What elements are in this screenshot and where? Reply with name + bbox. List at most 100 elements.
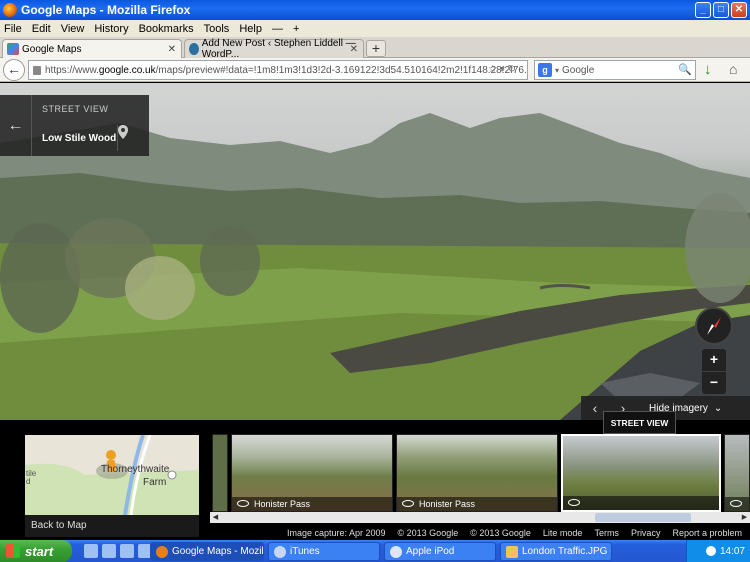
menu-history[interactable]: History	[94, 23, 128, 35]
street-view-eye-icon	[568, 499, 580, 506]
back-arrow-icon[interactable]: ←	[3, 59, 25, 81]
wordpress-favicon-icon	[189, 43, 199, 55]
url-bar[interactable]: https://www. google.co.uk/maps/preview#!d…	[28, 60, 528, 80]
mini-map[interactable]: tile d Thorneythwaite Farm	[25, 435, 199, 515]
ipod-icon	[390, 545, 402, 558]
zoom-out-button[interactable]: −	[702, 372, 726, 394]
firefox-icon	[156, 545, 168, 558]
windows-flag-icon	[6, 544, 20, 558]
menu-bar: File Edit View History Bookmarks Tools H…	[0, 20, 750, 37]
menu-help[interactable]: Help	[239, 23, 262, 35]
compass-icon[interactable]	[695, 307, 733, 345]
imagery-thumbnail[interactable]: Honister Pass	[396, 434, 558, 512]
taskbar-item-firefox[interactable]: Google Maps - Mozilla...	[150, 542, 264, 561]
home-icon[interactable]: ⌂	[729, 61, 737, 77]
window-titlebar: Google Maps - Mozilla Firefox _ □ ✕	[0, 0, 750, 20]
taskbar-item-ipod[interactable]: Apple iPod	[384, 542, 496, 561]
quick-launch-icon[interactable]	[84, 544, 98, 558]
taskbar-item-image-viewer[interactable]: London Traffic.JPG - ...	[500, 542, 612, 561]
minimize-button[interactable]: _	[695, 2, 711, 18]
url-bar-icons: ☆ ▾ ↻	[488, 64, 516, 75]
report-problem-link[interactable]: Report a problem	[672, 528, 742, 538]
imagery-thumbnail[interactable]: Honister Pass	[231, 434, 393, 512]
taskbar-item-label: Google Maps - Mozilla...	[172, 546, 264, 557]
start-button[interactable]: start	[0, 540, 72, 562]
copyright-text: © 2013 Google	[397, 527, 459, 538]
image-capture-date: Image capture: Apr 2009	[286, 527, 386, 538]
mini-map-drawing	[25, 435, 199, 515]
menu-minimize-dash[interactable]: —	[272, 23, 283, 35]
tray-icon[interactable]	[705, 546, 716, 556]
close-button[interactable]: ✕	[731, 2, 747, 18]
scroll-left-arrow-icon[interactable]: ◀	[210, 512, 221, 523]
thumbnail-caption: Honister Pass	[419, 499, 476, 509]
image-file-icon	[506, 545, 518, 558]
menu-edit[interactable]: Edit	[32, 23, 51, 35]
imagery-thumbnail-selected[interactable]	[561, 434, 721, 512]
map-place-label: Thorneythwaite	[101, 464, 170, 475]
menu-view[interactable]: View	[61, 23, 85, 35]
google-search-engine-icon[interactable]: g	[538, 63, 552, 77]
terms-link[interactable]: Terms	[594, 528, 619, 538]
tab-close-icon[interactable]: ✕	[168, 44, 176, 55]
search-icon[interactable]: 🔍	[678, 63, 692, 76]
url-domain: google.co.uk	[98, 64, 156, 76]
search-placeholder: Google	[562, 64, 595, 76]
lite-mode-link[interactable]: Lite mode	[543, 528, 583, 538]
clock: 14:07	[719, 545, 745, 557]
lock-icon	[33, 65, 41, 75]
system-tray: 14:07	[686, 540, 750, 562]
tab-add-new-post[interactable]: Add New Post ‹ Stephen Liddell — WordP..…	[184, 38, 364, 60]
street-view-tooltip: STREET VIEW	[603, 411, 676, 434]
filmstrip-scrollbar[interactable]: ◀ ▶	[210, 512, 750, 523]
reload-icon[interactable]: ↻	[508, 64, 516, 75]
privacy-link[interactable]: Privacy	[631, 528, 661, 538]
menu-bookmarks[interactable]: Bookmarks	[139, 23, 194, 35]
tab-bar: Google Maps ✕ Add New Post ‹ Stephen Lid…	[0, 37, 750, 60]
imagery-thumbnail[interactable]	[724, 434, 750, 512]
copyright-text-2: © 2013 Google	[470, 527, 531, 538]
bookmark-star-icon[interactable]: ☆	[488, 64, 497, 75]
scrollbar-thumb[interactable]	[595, 513, 691, 522]
navigation-bar: ← https://www. google.co.uk/maps/preview#…	[0, 58, 750, 82]
street-view-viewport[interactable]: ← STREET VIEW Low Stile Wood + − ‹ › Hid…	[0, 83, 750, 420]
street-view-heading: STREET VIEW	[42, 104, 109, 114]
map-footer: Image capture: Apr 2009 © 2013 Google © …	[0, 525, 750, 540]
taskbar-item-label: iTunes	[290, 546, 320, 557]
scroll-right-arrow-icon[interactable]: ▶	[739, 512, 750, 523]
tab-close-icon[interactable]: ✕	[350, 44, 358, 55]
menu-file[interactable]: File	[4, 23, 22, 35]
tab-label: Google Maps	[22, 43, 82, 55]
location-pin-icon[interactable]	[117, 125, 149, 151]
tab-label: Add New Post ‹ Stephen Liddell — WordP..…	[201, 38, 356, 60]
taskbar-item-label: Apple iPod	[406, 546, 455, 557]
quick-launch-icon[interactable]	[120, 544, 134, 558]
zoom-in-button[interactable]: +	[702, 349, 726, 371]
google-maps-favicon-icon	[7, 43, 19, 55]
map-place-sublabel: Farm	[143, 477, 167, 488]
street-view-back-arrow-icon[interactable]: ←	[0, 95, 32, 156]
thumbnail-caption: Honister Pass	[254, 499, 311, 509]
chevron-down-icon[interactable]: ⌄	[714, 403, 722, 414]
taskbar-item-label: London Traffic.JPG - ...	[522, 546, 611, 557]
street-view-eye-icon	[402, 500, 414, 507]
menu-tools[interactable]: Tools	[204, 23, 230, 35]
dropdown-icon[interactable]: ▾	[500, 64, 505, 75]
dropdown-icon[interactable]: ▾	[555, 66, 559, 75]
url-path: /maps/preview#!data=!1m8!1m3!1d3!2d-3.16…	[155, 64, 527, 76]
start-label: start	[25, 543, 54, 559]
search-box[interactable]: g ▾ Google 🔍	[534, 60, 696, 80]
windows-taskbar: start Google Maps - Mozilla... iTunes Ap…	[0, 540, 750, 562]
street-view-eye-icon	[730, 500, 742, 507]
tab-google-maps[interactable]: Google Maps ✕	[2, 39, 182, 58]
taskbar-item-itunes[interactable]: iTunes	[268, 542, 380, 561]
window-title: Google Maps - Mozilla Firefox	[21, 3, 191, 17]
imagery-filmstrip: tile d Thorneythwaite Farm Back to Map H…	[0, 420, 750, 540]
download-icon[interactable]: ↓	[704, 61, 712, 78]
menu-plus[interactable]: +	[293, 23, 299, 35]
maximize-button[interactable]: □	[713, 2, 729, 18]
street-view-panel: ← STREET VIEW Low Stile Wood	[0, 95, 149, 156]
new-tab-button[interactable]: +	[366, 40, 386, 57]
quick-launch-icon[interactable]	[102, 544, 116, 558]
imagery-thumbnail[interactable]	[212, 434, 228, 512]
